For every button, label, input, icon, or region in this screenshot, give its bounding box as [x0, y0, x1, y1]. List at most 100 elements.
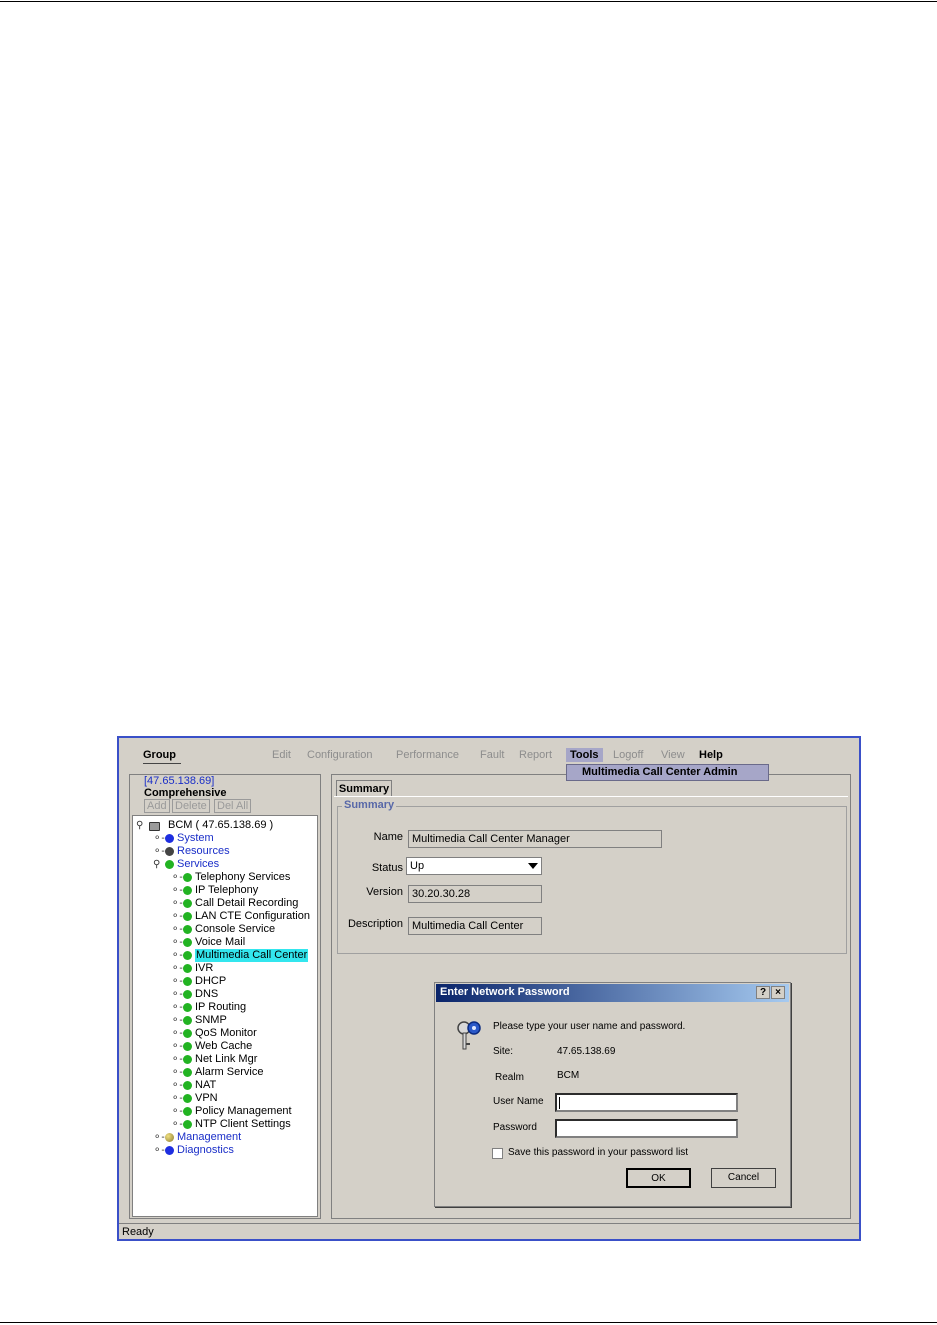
menu-tools[interactable]: Tools — [566, 748, 603, 762]
add-button[interactable]: Add — [144, 799, 170, 813]
help-button[interactable]: ? — [756, 986, 770, 999]
expand-key-icon[interactable]: ⚬- — [171, 975, 183, 988]
blue-status-icon — [165, 1146, 174, 1155]
status-bar: Ready — [119, 1223, 859, 1240]
name-label: Name — [373, 831, 403, 843]
menu-item-multimedia-call-center-admin[interactable]: Multimedia Call Center Admin — [582, 766, 737, 778]
expand-key-icon[interactable]: ⚬- — [171, 1118, 183, 1131]
expand-key-icon[interactable]: ⚬- — [171, 949, 183, 962]
close-button[interactable]: × — [771, 986, 785, 999]
status-select[interactable]: Up — [406, 857, 542, 875]
expand-key-icon[interactable]: ⚬- — [171, 1053, 183, 1066]
green-status-icon — [165, 860, 174, 869]
tree-label: Policy Management — [195, 1105, 292, 1117]
tab-summary[interactable]: Summary — [336, 780, 392, 796]
username-input[interactable] — [555, 1093, 738, 1112]
version-label: Version — [366, 886, 403, 898]
menu-configuration[interactable]: Configuration — [307, 749, 372, 761]
expand-key-icon[interactable]: ⚬- — [171, 871, 183, 884]
menu-help[interactable]: Help — [699, 749, 723, 761]
expand-key-icon[interactable]: ⚬- — [171, 1105, 183, 1118]
menu-group[interactable]: Group — [143, 749, 176, 761]
text-cursor — [559, 1097, 560, 1109]
tree-label: SNMP — [195, 1014, 227, 1026]
green-status-icon — [183, 1042, 192, 1051]
expand-key-icon[interactable]: ⚬- — [171, 1066, 183, 1079]
expand-key-icon[interactable]: ⚬- — [171, 923, 183, 936]
site-value: 47.65.138.69 — [557, 1046, 616, 1057]
tree-label: Voice Mail — [195, 936, 246, 948]
ok-button[interactable]: OK — [626, 1168, 691, 1188]
green-status-icon — [183, 951, 192, 960]
expand-key-icon[interactable]: ⚬- — [153, 832, 165, 845]
green-status-icon — [183, 964, 192, 973]
save-password-checkbox[interactable] — [492, 1148, 503, 1159]
menu-group-underline — [143, 763, 181, 764]
dialog-prompt: Please type your user name and password. — [493, 1021, 686, 1032]
tree-label: Alarm Service — [195, 1066, 264, 1078]
expand-key-icon[interactable]: ⚬- — [171, 962, 183, 975]
status-select-value: Up — [410, 860, 425, 872]
green-status-icon — [183, 1081, 192, 1090]
tree-label: Multimedia Call Center — [195, 949, 309, 962]
status-text: Ready — [122, 1226, 154, 1238]
tree-label: Resources — [177, 845, 230, 857]
menu-report[interactable]: Report — [519, 749, 552, 761]
menu-performance[interactable]: Performance — [396, 749, 459, 761]
tools-dropdown-menu: Multimedia Call Center Admin — [566, 764, 769, 781]
tree-label: DNS — [195, 988, 219, 1000]
dialog-title-bar: Enter Network Password ? × — [436, 984, 789, 1002]
delete-button[interactable]: Delete — [172, 799, 210, 813]
password-input[interactable] — [555, 1119, 738, 1138]
collapse-key-icon[interactable]: ⚲ — [136, 819, 148, 832]
dropdown-arrow-icon[interactable] — [528, 863, 538, 869]
menu-fault[interactable]: Fault — [480, 749, 504, 761]
tree-label: Console Service — [195, 923, 276, 935]
expand-key-icon[interactable]: ⚬- — [171, 910, 183, 923]
navigation-tree: ⚲ BCM ( 47.65.138.69 ) ⚬- System ⚬- Reso… — [132, 815, 318, 1217]
expand-key-icon[interactable]: ⚬- — [171, 897, 183, 910]
menu-view[interactable]: View — [661, 749, 685, 761]
menu-edit[interactable]: Edit — [272, 749, 291, 761]
keys-icon — [457, 1021, 481, 1050]
navigation-pane: [47.65.138.69] Comprehensive Add Delete … — [129, 774, 321, 1219]
expand-key-icon[interactable]: ⚬- — [171, 988, 183, 1001]
expand-key-icon[interactable]: ⚬- — [171, 1001, 183, 1014]
tree-label: IVR — [195, 962, 214, 974]
expand-key-icon[interactable]: ⚬- — [171, 1014, 183, 1027]
realm-label: Realm — [495, 1072, 524, 1083]
page-bottom-rule — [0, 1322, 937, 1323]
yellow-status-icon — [165, 1133, 174, 1142]
description-field: Multimedia Call Center — [408, 917, 542, 935]
green-status-icon — [183, 1107, 192, 1116]
collapse-key-icon[interactable]: ⚲ — [153, 858, 165, 871]
cancel-button[interactable]: Cancel — [711, 1168, 776, 1188]
version-field: 30.20.30.28 — [408, 885, 542, 903]
green-status-icon — [183, 1120, 192, 1129]
green-status-icon — [183, 1068, 192, 1077]
tree-label: Net Link Mgr — [195, 1053, 258, 1065]
dialog-title: Enter Network Password — [440, 986, 570, 998]
expand-key-icon[interactable]: ⚬- — [153, 1144, 165, 1157]
expand-key-icon[interactable]: ⚬- — [153, 845, 165, 858]
del-all-button[interactable]: Del All — [214, 799, 252, 813]
expand-key-icon[interactable]: ⚬- — [171, 936, 183, 949]
expand-key-icon[interactable]: ⚬- — [171, 1040, 183, 1053]
green-status-icon — [183, 938, 192, 947]
tree-label: Management — [177, 1131, 242, 1143]
expand-key-icon[interactable]: ⚬- — [171, 884, 183, 897]
expand-key-icon[interactable]: ⚬- — [171, 1092, 183, 1105]
page-top-rule — [0, 1, 937, 2]
green-status-icon — [183, 1016, 192, 1025]
green-status-icon — [183, 912, 192, 921]
menu-logoff[interactable]: Logoff — [613, 749, 643, 761]
green-status-icon — [183, 1094, 192, 1103]
username-label: User Name — [493, 1096, 544, 1107]
network-password-dialog: Enter Network Password ? × Please type y… — [434, 982, 791, 1207]
tree-label: NAT — [195, 1079, 217, 1091]
expand-key-icon[interactable]: ⚬- — [171, 1079, 183, 1092]
expand-key-icon[interactable]: ⚬- — [171, 1027, 183, 1040]
expand-key-icon[interactable]: ⚬- — [153, 1131, 165, 1144]
tree-label: Services — [177, 858, 220, 870]
tree-label: NTP Client Settings — [195, 1118, 291, 1130]
